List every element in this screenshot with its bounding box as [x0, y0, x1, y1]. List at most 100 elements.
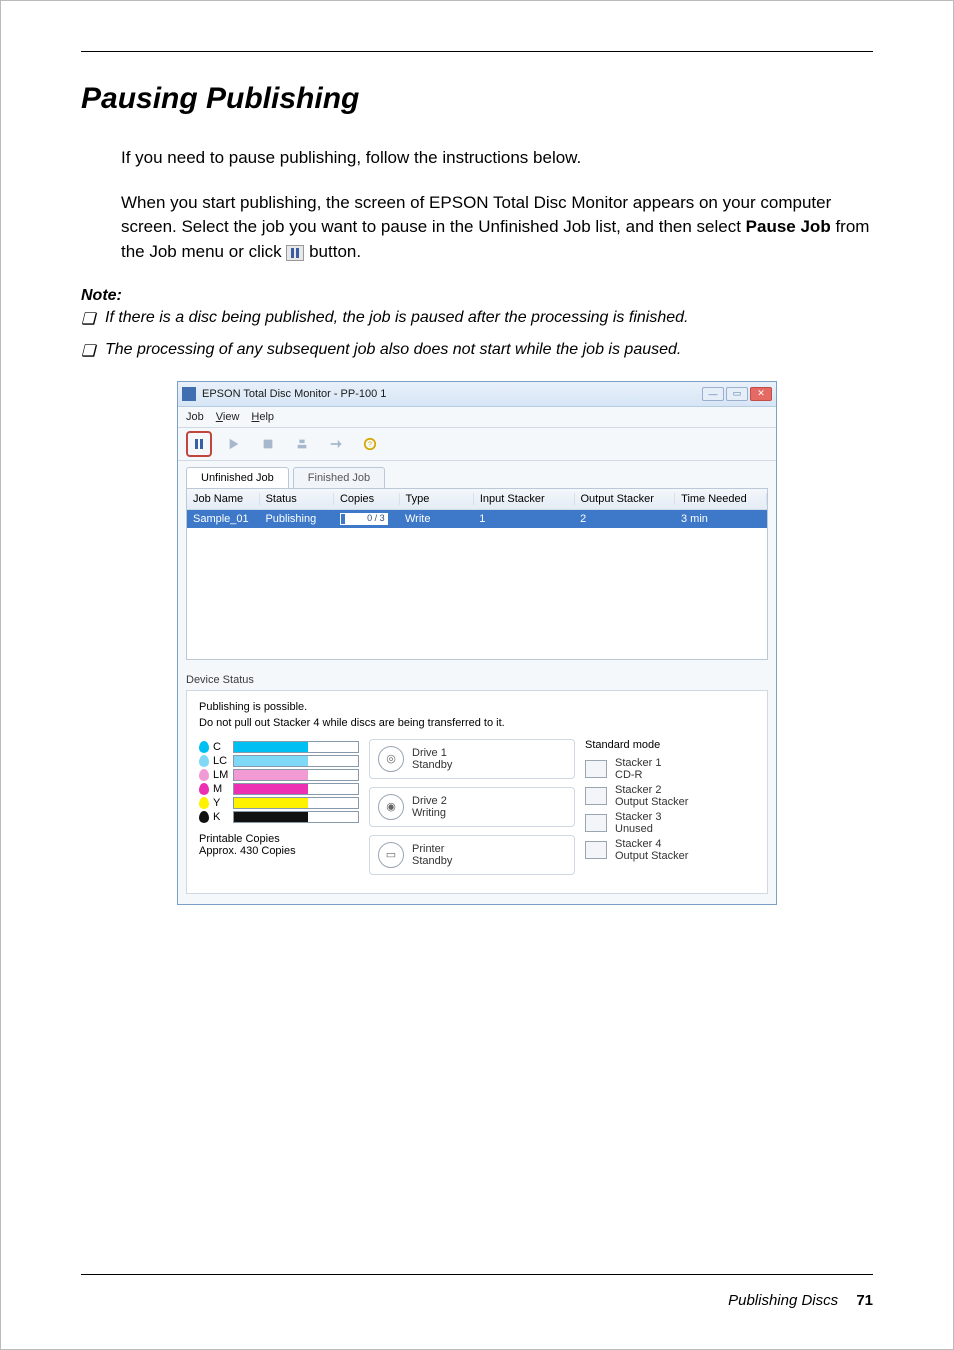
col-output-stacker[interactable]: Output Stacker: [575, 493, 676, 505]
ink-drop-icon: [199, 741, 209, 753]
col-job-name[interactable]: Job Name: [187, 493, 260, 505]
note-item: ❏ The processing of any subsequent job a…: [81, 341, 873, 361]
ink-level-bar: [233, 741, 359, 753]
body-block: If you need to pause publishing, follow …: [121, 146, 873, 265]
footer-text: Publishing Discs: [728, 1292, 838, 1309]
tab-unfinished-job[interactable]: Unfinished Job: [186, 467, 289, 488]
ink-label: Y: [213, 797, 233, 809]
stacker-icon: [585, 760, 607, 778]
job-output-cell: 2: [574, 513, 675, 525]
ink-drop-icon: [199, 797, 209, 809]
job-status-cell: Publishing: [259, 513, 333, 525]
stacker-row: Stacker 3Unused: [585, 811, 755, 835]
ink-row: Y: [199, 797, 359, 809]
minimize-button[interactable]: —: [702, 387, 724, 401]
page-number: 71: [856, 1292, 873, 1309]
screenshot-window: EPSON Total Disc Monitor - PP-100 1 — ▭ …: [177, 381, 777, 905]
device-status-line: Publishing is possible.: [199, 701, 755, 713]
job-name-cell: Sample_01: [187, 513, 259, 525]
ink-row: M: [199, 783, 359, 795]
bullet-icon: ❏: [81, 309, 105, 329]
stop-button[interactable]: [256, 432, 280, 456]
ink-label: LM: [213, 769, 233, 781]
stacker-icon: [585, 841, 607, 859]
pause-job-icon: [286, 245, 304, 261]
ink-label: C: [213, 741, 233, 753]
note-text: If there is a disc being published, the …: [105, 309, 688, 329]
pause-button[interactable]: [186, 431, 212, 457]
footer-rule: [81, 1274, 873, 1275]
note-item: ❏ If there is a disc being published, th…: [81, 309, 873, 329]
ink-drop-icon: [199, 769, 209, 781]
page-footer: Publishing Discs 71: [728, 1292, 873, 1309]
device-status-heading: Device Status: [186, 674, 768, 686]
ink-level-bar: [233, 769, 359, 781]
ink-panel: C LC LM MYK Printable CopiesApprox. 430 Copi…: [199, 739, 359, 883]
mode-label: Standard mode: [585, 739, 755, 751]
stacker-label: Stacker 4Output Stacker: [615, 838, 688, 862]
col-input-stacker[interactable]: Input Stacker: [474, 493, 575, 505]
ink-label: M: [213, 783, 233, 795]
maximize-button[interactable]: ▭: [726, 387, 748, 401]
stackers-panel: Standard mode Stacker 1CD-R Stacker 2Outp…: [585, 739, 755, 883]
drive-label: Drive 1Standby: [412, 747, 452, 771]
ink-row: C: [199, 741, 359, 753]
intro-paragraph: If you need to pause publishing, follow …: [121, 146, 873, 171]
drives-panel: ◎ Drive 1Standby ◉ Drive 2Writing ▭PrinterSt…: [369, 739, 575, 883]
job-copies-cell: 0 / 3: [334, 513, 399, 525]
job-list: Job Name Status Copies Type Input Stacke…: [186, 489, 768, 660]
device-status-section: Device Status Publishing is possible. Do…: [178, 670, 776, 904]
job-type-cell: Write: [399, 513, 473, 525]
drive-icon: ◉: [378, 794, 404, 820]
settings-button[interactable]: [324, 432, 348, 456]
tab-finished-job[interactable]: Finished Job: [293, 467, 385, 488]
menu-job[interactable]: Job: [186, 411, 204, 423]
col-type[interactable]: Type: [400, 493, 474, 505]
help-button[interactable]: ?: [358, 432, 382, 456]
tab-bar: Unfinished Job Finished Job: [186, 467, 768, 489]
ink-level-bar: [233, 811, 359, 823]
pause-job-label: Pause Job: [746, 217, 831, 236]
ink-drop-icon: [199, 755, 209, 767]
drive-icon: ◎: [378, 746, 404, 772]
ink-label: LC: [213, 755, 233, 767]
drive-box: ◎ Drive 1Standby: [369, 739, 575, 779]
drive-icon: ▭: [378, 842, 404, 868]
note-heading: Note:: [81, 287, 873, 305]
stacker-icon: [585, 814, 607, 832]
job-list-header: Job Name Status Copies Type Input Stacke…: [187, 489, 767, 510]
menu-bar: Job View Help: [178, 407, 776, 428]
menu-view[interactable]: View: [216, 411, 240, 423]
priority-button[interactable]: [290, 432, 314, 456]
resume-button[interactable]: [222, 432, 246, 456]
table-row[interactable]: Sample_01 Publishing 0 / 3 Write 1 2 3 m…: [187, 510, 767, 528]
document-page: Pausing Publishing If you need to pause …: [0, 0, 954, 1350]
ink-level-bar: [233, 797, 359, 809]
stacker-row: Stacker 2Output Stacker: [585, 784, 755, 808]
ink-drop-icon: [199, 811, 209, 823]
close-button[interactable]: ✕: [750, 387, 772, 401]
printable-copies: Printable CopiesApprox. 430 Copies: [199, 833, 359, 857]
svg-text:?: ?: [368, 441, 372, 448]
col-status[interactable]: Status: [260, 493, 334, 505]
drive-box: ▭PrinterStandby: [369, 835, 575, 875]
menu-help[interactable]: Help: [251, 411, 274, 423]
drive-box: ◉ Drive 2Writing: [369, 787, 575, 827]
job-time-cell: 3 min: [675, 513, 767, 525]
job-input-cell: 1: [473, 513, 574, 525]
ink-row: K: [199, 811, 359, 823]
stacker-label: Stacker 1CD-R: [615, 757, 661, 781]
device-status-line: Do not pull out Stacker 4 while discs ar…: [199, 717, 755, 729]
stacker-row: Stacker 4Output Stacker: [585, 838, 755, 862]
window-title: EPSON Total Disc Monitor - PP-100 1: [202, 388, 702, 400]
para-part-a: When you start publishing, the screen of…: [121, 193, 831, 237]
drive-label: Drive 2Writing: [412, 795, 447, 819]
stacker-icon: [585, 787, 607, 805]
col-copies[interactable]: Copies: [334, 493, 400, 505]
col-time-needed[interactable]: Time Needed: [675, 493, 767, 505]
para-part-c: button.: [304, 242, 361, 261]
stacker-row: Stacker 1CD-R: [585, 757, 755, 781]
window-titlebar: EPSON Total Disc Monitor - PP-100 1 — ▭ …: [178, 382, 776, 407]
toolbar: ?: [178, 428, 776, 461]
ink-level-bar: [233, 783, 359, 795]
